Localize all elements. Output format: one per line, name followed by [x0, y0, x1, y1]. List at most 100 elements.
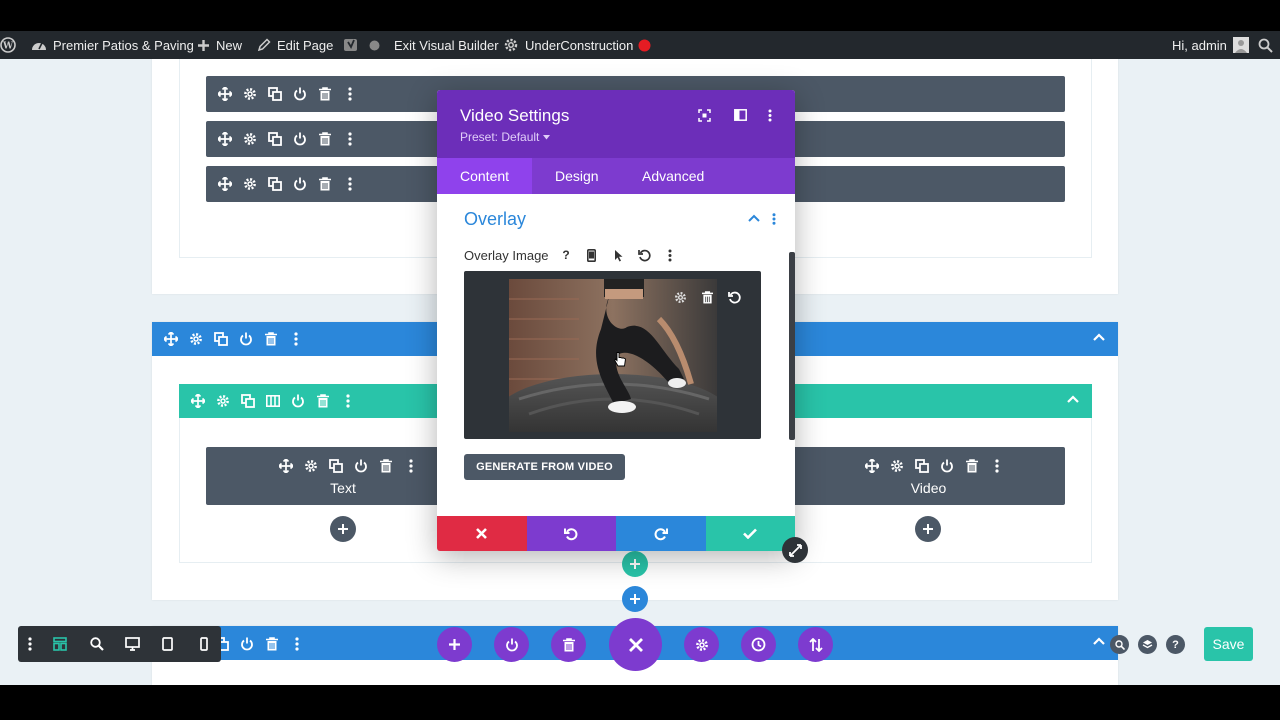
- gear-icon[interactable]: [887, 456, 906, 475]
- trash-icon[interactable]: [376, 456, 395, 475]
- power-icon[interactable]: [290, 129, 309, 148]
- desktop-view-icon[interactable]: [125, 637, 140, 651]
- help-icon[interactable]: ?: [560, 248, 572, 262]
- discard-button[interactable]: [437, 516, 527, 551]
- trash-icon[interactable]: [315, 129, 334, 148]
- history-button[interactable]: [741, 627, 776, 662]
- move-icon[interactable]: [215, 84, 234, 103]
- settings-more-icon[interactable]: [28, 637, 32, 651]
- tablet-view-icon[interactable]: [162, 637, 173, 651]
- chevron-up-icon[interactable]: [748, 214, 760, 222]
- my-account-link[interactable]: Hi, admin: [1172, 31, 1255, 59]
- fullscreen-icon[interactable]: [698, 109, 711, 122]
- add-row-button[interactable]: [622, 551, 648, 577]
- edit-page-link[interactable]: Edit Page: [257, 31, 333, 59]
- add-module-button[interactable]: [330, 516, 356, 542]
- clear-layout-button[interactable]: [551, 627, 586, 662]
- exit-visual-builder-link[interactable]: Exit Visual Builder: [394, 31, 499, 59]
- duplicate-icon[interactable]: [265, 129, 284, 148]
- hover-pointer-icon[interactable]: [614, 249, 624, 262]
- more-icon[interactable]: [340, 84, 359, 103]
- image-settings-gear-icon[interactable]: [674, 291, 687, 304]
- save-button[interactable]: Save: [1204, 627, 1253, 661]
- gear-icon[interactable]: [213, 391, 232, 410]
- gear-icon[interactable]: [240, 129, 259, 148]
- tab-content[interactable]: Content: [437, 158, 533, 194]
- field-more-icon[interactable]: [668, 249, 672, 262]
- move-icon[interactable]: [215, 129, 234, 148]
- responsive-phone-icon[interactable]: [587, 249, 596, 262]
- page-settings-button[interactable]: [684, 627, 719, 662]
- duplicate-icon[interactable]: [265, 174, 284, 193]
- trash-icon[interactable]: [315, 174, 334, 193]
- portability-transfer-button[interactable]: [798, 627, 833, 662]
- more-icon[interactable]: [340, 174, 359, 193]
- duplicate-icon[interactable]: [912, 456, 931, 475]
- more-icon[interactable]: [987, 456, 1006, 475]
- more-icon[interactable]: [401, 456, 420, 475]
- trash-icon[interactable]: [313, 391, 332, 410]
- video-module[interactable]: Video: [792, 447, 1065, 505]
- power-icon[interactable]: [290, 174, 309, 193]
- add-layout-button[interactable]: [437, 627, 472, 662]
- help-button[interactable]: ?: [1166, 635, 1185, 654]
- add-module-button[interactable]: [915, 516, 941, 542]
- zoom-icon[interactable]: [90, 637, 104, 651]
- adminbar-search-icon[interactable]: [1258, 31, 1279, 59]
- undo-button[interactable]: [526, 516, 616, 551]
- power-icon[interactable]: [288, 391, 307, 410]
- reset-icon[interactable]: [638, 249, 651, 262]
- group-more-icon[interactable]: [772, 213, 776, 225]
- modal-resize-handle[interactable]: [782, 537, 808, 563]
- power-icon[interactable]: [237, 634, 256, 653]
- new-link[interactable]: New: [197, 31, 242, 59]
- power-icon[interactable]: [236, 329, 255, 348]
- generate-from-video-button[interactable]: GENERATE FROM VIDEO: [464, 454, 625, 480]
- phone-view-icon[interactable]: [200, 637, 208, 651]
- add-section-button[interactable]: [622, 586, 648, 612]
- site-name-link[interactable]: Premier Patios & Paving: [31, 31, 194, 59]
- move-icon[interactable]: [188, 391, 207, 410]
- wireframe-view-icon[interactable]: [53, 637, 67, 651]
- preset-selector[interactable]: Preset: Default: [460, 130, 551, 144]
- duplicate-icon[interactable]: [238, 391, 257, 410]
- modal-scrollbar[interactable]: [789, 252, 795, 440]
- trash-icon[interactable]: [962, 456, 981, 475]
- move-icon[interactable]: [161, 329, 180, 348]
- image-upload-box[interactable]: [464, 271, 761, 439]
- search-settings-button[interactable]: [1110, 635, 1129, 654]
- under-construction-link[interactable]: UnderConstruction: [503, 31, 657, 59]
- image-delete-trash-icon[interactable]: [702, 291, 713, 304]
- more-icon[interactable]: [286, 329, 305, 348]
- columns-icon[interactable]: [263, 391, 282, 410]
- more-icon[interactable]: [338, 391, 357, 410]
- image-reset-icon[interactable]: [728, 291, 741, 304]
- redo-button[interactable]: [616, 516, 706, 551]
- collapse-chevron-up-icon[interactable]: [1092, 636, 1106, 646]
- gear-icon[interactable]: [186, 329, 205, 348]
- duplicate-icon[interactable]: [265, 84, 284, 103]
- move-icon[interactable]: [862, 456, 881, 475]
- power-icon[interactable]: [351, 456, 370, 475]
- modal-more-icon[interactable]: [768, 109, 772, 122]
- close-toolbar-button[interactable]: [609, 618, 662, 671]
- trash-icon[interactable]: [262, 634, 281, 653]
- layers-button[interactable]: [1138, 635, 1157, 654]
- collapse-chevron-up-icon[interactable]: [1092, 332, 1106, 342]
- more-icon[interactable]: [287, 634, 306, 653]
- trash-icon[interactable]: [315, 84, 334, 103]
- overlay-group-title[interactable]: Overlay: [464, 209, 526, 230]
- move-icon[interactable]: [276, 456, 295, 475]
- gear-icon[interactable]: [240, 84, 259, 103]
- duplicate-icon[interactable]: [326, 456, 345, 475]
- tab-design[interactable]: Design: [532, 158, 622, 194]
- power-icon[interactable]: [937, 456, 956, 475]
- yoast-icon[interactable]: [343, 31, 365, 59]
- move-icon[interactable]: [215, 174, 234, 193]
- snap-sidebar-icon[interactable]: [734, 109, 747, 121]
- more-icon[interactable]: [340, 129, 359, 148]
- gear-icon[interactable]: [240, 174, 259, 193]
- duplicate-icon[interactable]: [211, 329, 230, 348]
- portability-button[interactable]: [494, 627, 529, 662]
- wordpress-logo-icon[interactable]: W: [0, 31, 22, 59]
